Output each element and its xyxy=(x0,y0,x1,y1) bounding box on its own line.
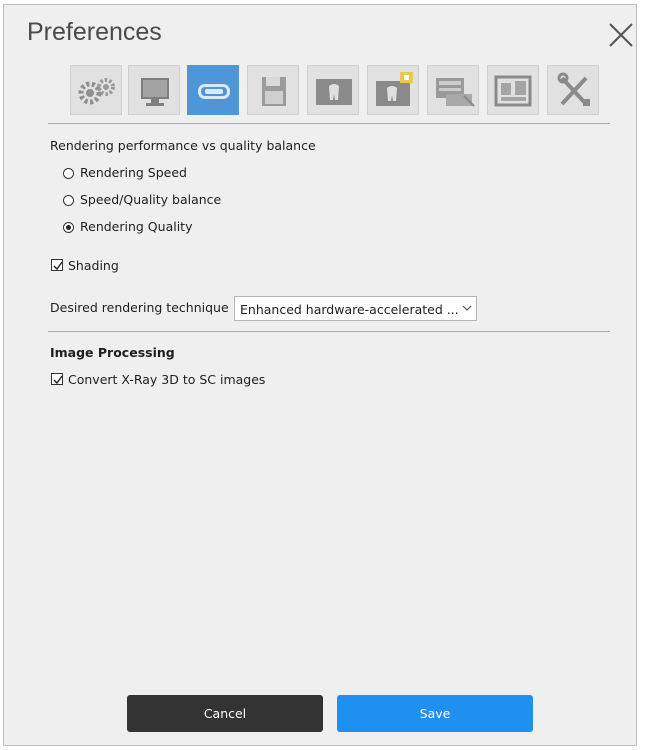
rendering-technique-select[interactable]: Enhanced hardware-accelerated ... xyxy=(234,296,477,321)
tools-icon xyxy=(557,72,590,106)
dialog-title: Preferences xyxy=(27,18,162,46)
3d-rendering-tab[interactable] xyxy=(187,65,239,115)
convert-xray-label[interactable]: Convert X-Ray 3D to SC images xyxy=(68,372,265,387)
convert-xray-checkbox[interactable] xyxy=(51,373,63,385)
speed-quality-balance-label[interactable]: Speed/Quality balance xyxy=(80,192,221,207)
display-tab[interactable] xyxy=(128,65,180,115)
network-tab[interactable] xyxy=(427,65,479,115)
preferences-dialog: Preferences Rendering performance vs qua… xyxy=(3,4,637,746)
rendering-technique-value: Enhanced hardware-accelerated ... xyxy=(240,302,459,317)
3d-icon xyxy=(198,84,230,99)
toolbar-divider xyxy=(48,123,610,124)
save-button[interactable]: Save xyxy=(337,695,533,732)
close-icon xyxy=(609,23,633,47)
chevron-down-icon xyxy=(462,305,472,311)
floppy-disk-icon xyxy=(262,77,286,106)
checkmark-icon xyxy=(53,375,63,385)
cancel-button[interactable]: Cancel xyxy=(127,695,323,732)
image-processing-heading: Image Processing xyxy=(50,345,175,360)
general-settings-tab[interactable] xyxy=(70,65,122,115)
rendering-speed-radio[interactable] xyxy=(63,168,74,179)
storage-tab[interactable] xyxy=(247,65,299,115)
gears-icon xyxy=(78,78,115,105)
checkmark-icon xyxy=(53,261,63,271)
rendering-balance-label: Rendering performance vs quality balance xyxy=(50,138,316,153)
shading-label[interactable]: Shading xyxy=(68,258,119,273)
panoramic-tooth-icon xyxy=(316,79,352,105)
tools-tab[interactable] xyxy=(547,65,599,115)
rendering-quality-label[interactable]: Rendering Quality xyxy=(80,219,192,234)
shading-checkbox[interactable] xyxy=(51,259,63,271)
panoramic-lock-icon xyxy=(376,72,413,106)
monitor-icon xyxy=(141,78,169,106)
speed-quality-balance-radio[interactable] xyxy=(63,195,74,206)
images-tab[interactable] xyxy=(487,65,539,115)
panoramic-tab[interactable] xyxy=(307,65,359,115)
section-divider xyxy=(48,331,610,332)
rendering-technique-label: Desired rendering technique xyxy=(50,300,229,315)
rendering-speed-label[interactable]: Rendering Speed xyxy=(80,165,187,180)
image-gallery-icon xyxy=(494,75,532,107)
rendering-quality-radio[interactable] xyxy=(63,222,74,233)
close-button[interactable] xyxy=(605,19,637,51)
network-card-icon xyxy=(436,78,475,107)
panoramic-special-tab[interactable] xyxy=(367,65,419,115)
